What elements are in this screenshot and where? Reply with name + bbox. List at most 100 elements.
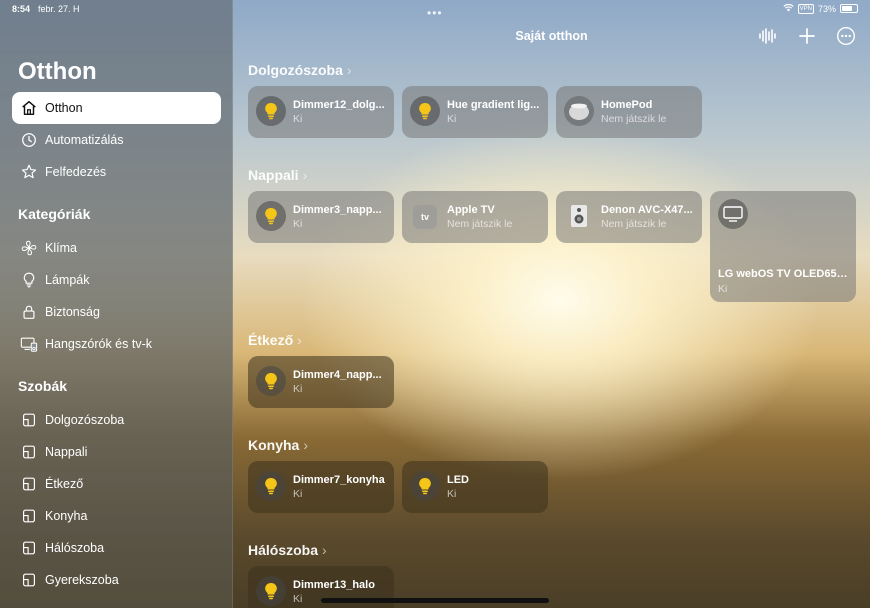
more-button[interactable] (836, 26, 856, 46)
sidebar-item-automation[interactable]: Automatizálás (12, 124, 221, 156)
intercom-button[interactable] (757, 26, 777, 46)
accessory-status: Ki (718, 283, 728, 295)
accessory-name: LG webOS TV OLED65C... (718, 268, 850, 280)
accessory-name: Dimmer4_napp... (293, 369, 382, 381)
lightbulb-icon (256, 96, 286, 126)
accessory-name: Apple TV (447, 204, 495, 216)
room-heading-office[interactable]: Dolgozószoba › (248, 62, 352, 78)
sidebar-item-security[interactable]: Biztonság (12, 296, 221, 328)
add-button[interactable] (797, 26, 817, 46)
sidebar-item-room-kitchen[interactable]: Konyha (12, 500, 221, 532)
sidebar-item-lights[interactable]: Lámpák (12, 264, 221, 296)
sidebar-item-climate[interactable]: Klíma (12, 232, 221, 264)
ellipsis-circle-icon (836, 26, 856, 50)
room-heading-label: Nappali (248, 167, 299, 183)
sidebar-item-room-dining[interactable]: Étkező (12, 468, 221, 500)
accessory-tile[interactable]: LG webOS TV OLED65C... Ki (710, 191, 856, 302)
apple-tv-icon: tv (413, 205, 437, 229)
accessory-tile[interactable]: tv Apple TV Nem játszik le (402, 191, 548, 243)
speaker-icon (564, 201, 594, 231)
room-heading-label: Hálószoba (248, 542, 319, 558)
sidebar-item-label: Automatizálás (45, 133, 124, 147)
plus-icon (797, 28, 817, 50)
sidebar-item-label: Felfedezés (45, 165, 107, 179)
accessory-status: Ki (293, 488, 303, 500)
status-time: 8:54 (12, 4, 31, 14)
sidebar-item-label: Nappali (45, 445, 88, 459)
sidebar-item-label: Klíma (45, 241, 77, 255)
lightbulb-icon (256, 471, 286, 501)
accessory-tile[interactable]: Dimmer4_napp... Ki (248, 356, 394, 408)
homepod-icon (564, 96, 594, 126)
battery-fill (842, 6, 853, 11)
status-indicators: VPN 73% (783, 3, 858, 14)
room-heading-dining[interactable]: Étkező › (248, 332, 302, 348)
lightbulb-icon (256, 576, 286, 606)
lock-icon (18, 301, 40, 323)
tv-icon (718, 199, 748, 229)
fan-icon (18, 237, 40, 259)
wifi-icon (783, 3, 794, 14)
sidebar: Otthon Otthon Automatizálás Felfedezés K… (0, 0, 233, 608)
room-heading-label: Konyha (248, 437, 300, 453)
accessory-status: Nem játszik le (601, 218, 667, 230)
lightbulb-icon (256, 366, 286, 396)
room-icon (18, 473, 40, 495)
chevron-right-icon: › (346, 62, 352, 78)
accessory-tile[interactable]: HomePod Nem játszik le (556, 86, 702, 138)
lightbulb-icon (18, 269, 40, 291)
sidebar-item-label: Konyha (45, 509, 88, 523)
sidebar-item-room-living[interactable]: Nappali (12, 436, 221, 468)
accessory-name: HomePod (601, 99, 653, 111)
sidebar-item-label: Hangszórók és tv-k (45, 337, 152, 351)
accessory-name: Dimmer3_napp... (293, 204, 382, 216)
room-icon (18, 505, 40, 527)
room-heading-label: Étkező (248, 332, 294, 348)
battery-percent: 73% (817, 3, 836, 14)
room-heading-label: Dolgozószoba (248, 62, 343, 78)
accessory-tile[interactable]: Denon AVC-X47... Nem játszik le (556, 191, 702, 243)
room-heading-kitchen[interactable]: Konyha › (248, 437, 308, 453)
chevron-right-icon: › (303, 437, 309, 453)
room-heading-living[interactable]: Nappali › (248, 167, 307, 183)
categories-heading: Kategóriák (18, 206, 91, 222)
chevron-right-icon: › (302, 167, 308, 183)
accessory-status: Ki (447, 113, 457, 125)
tv-speaker-icon (18, 333, 40, 355)
sidebar-item-room-kids[interactable]: Gyerekszoba (12, 564, 221, 596)
sidebar-item-home[interactable]: Otthon (12, 92, 221, 124)
chevron-right-icon: › (322, 542, 327, 558)
sidebar-item-room-office[interactable]: Dolgozószoba (12, 404, 221, 436)
sidebar-item-label: Biztonság (45, 305, 100, 319)
house-icon (18, 97, 40, 119)
status-date: febr. 27. H (38, 4, 80, 14)
sidebar-item-label: Hálószoba (45, 541, 105, 555)
lightbulb-icon (410, 471, 440, 501)
accessory-status: Ki (293, 113, 303, 125)
sidebar-item-label: Lámpák (45, 273, 90, 287)
accessory-tile[interactable]: Dimmer12_dolg... Ki (248, 86, 394, 138)
sidebar-title: Otthon (18, 58, 97, 85)
accessory-tile[interactable]: Dimmer7_konyha Ki (248, 461, 394, 513)
accessory-name: Dimmer13_halo (293, 579, 375, 591)
sidebar-item-label: Étkező (45, 477, 84, 491)
apple-tv-icon-text: tv (420, 212, 429, 222)
sidebar-item-label: Otthon (45, 101, 83, 115)
waveform-icon (757, 28, 777, 50)
sidebar-item-discover[interactable]: Felfedezés (12, 156, 221, 188)
sidebar-item-speakers-tvs[interactable]: Hangszórók és tv-k (12, 328, 221, 360)
clock-check-icon (18, 129, 40, 151)
lightbulb-icon (256, 201, 286, 231)
accessory-tile[interactable]: Dimmer3_napp... Ki (248, 191, 394, 243)
accessory-status: Ki (293, 593, 303, 605)
star-icon (18, 161, 40, 183)
accessory-tile[interactable]: LED Ki (402, 461, 548, 513)
accessory-name: Dimmer12_dolg... (293, 99, 385, 111)
sidebar-item-room-bedroom[interactable]: Hálószoba (12, 532, 221, 564)
room-icon (18, 409, 40, 431)
rooms-heading: Szobák (18, 378, 68, 394)
room-heading-bedroom[interactable]: Hálószoba › (248, 542, 327, 558)
home-indicator[interactable] (321, 598, 549, 603)
accessory-name: Dimmer7_konyha (293, 474, 385, 486)
accessory-tile[interactable]: Hue gradient lig... Ki (402, 86, 548, 138)
